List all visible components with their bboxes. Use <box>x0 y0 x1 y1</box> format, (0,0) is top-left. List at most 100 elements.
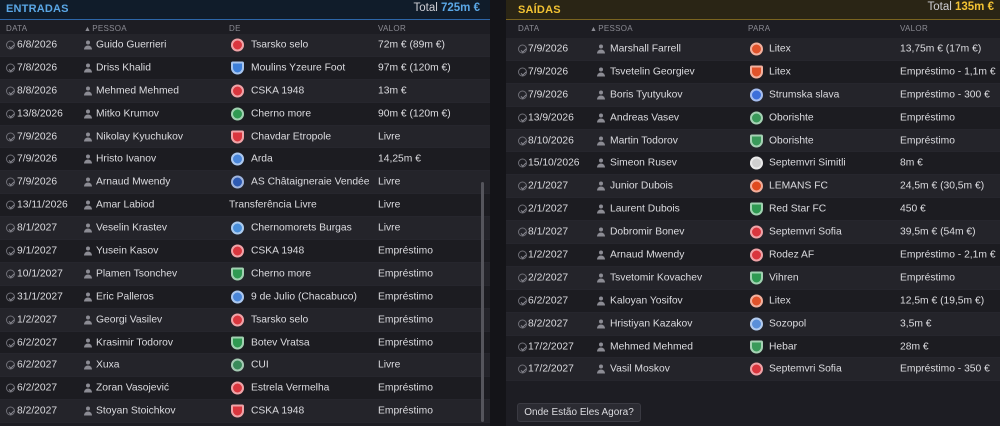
transfer-row[interactable]: 8/2/2027 Stoyan Stoichkov CSKA 1948 Emprést… <box>0 400 490 424</box>
club-name-link[interactable]: CSKA 1948 <box>251 406 304 417</box>
player-name-link[interactable]: Yusein Kasov <box>96 245 158 256</box>
club-name-link[interactable]: CSKA 1948 <box>251 245 304 256</box>
incoming-scrollbar[interactable] <box>481 182 484 422</box>
outgoing-col-date[interactable]: DATA <box>518 24 539 33</box>
outgoing-col-person[interactable]: ▲PESSOA <box>590 24 633 33</box>
club-name-link[interactable]: Litex <box>769 43 791 54</box>
club-name-link[interactable]: Cherno more <box>251 108 311 119</box>
club-name-link[interactable]: Chernomorets Burgas <box>251 223 352 234</box>
incoming-col-date[interactable]: DATA <box>6 24 27 33</box>
transfer-row[interactable]: 7/9/2026 Hristo Ivanov Arda 14,25m € <box>0 148 490 172</box>
club-name-link[interactable]: Transferência Livre <box>229 200 317 211</box>
club-name-link[interactable]: CUI <box>251 360 269 371</box>
player-name-link[interactable]: Tsvetomir Kovachev <box>610 272 702 283</box>
where-are-they-now-button[interactable]: Onde Estão Eles Agora? <box>517 403 641 422</box>
club-name-link[interactable]: Rodez AF <box>769 249 814 260</box>
player-name-link[interactable]: Marshall Farrell <box>610 43 681 54</box>
player-name-link[interactable]: Xuxa <box>96 360 119 371</box>
player-name-link[interactable]: Zoran Vasojević <box>96 383 169 394</box>
player-name-link[interactable]: Dobromir Bonev <box>610 227 684 238</box>
player-name-link[interactable]: Mehmed Mehmed <box>610 341 693 352</box>
player-name-link[interactable]: Arnaud Mwendy <box>96 177 170 188</box>
transfer-row[interactable]: 6/2/2027 Xuxa CUI Livre <box>0 354 490 378</box>
transfer-row[interactable]: 8/10/2026 Martin Todorov Oborishte Emprésti… <box>506 129 1000 153</box>
transfer-row[interactable]: 8/1/2027 Dobromir Bonev Septemvri Sofia 39,… <box>506 221 1000 245</box>
player-name-link[interactable]: Stoyan Stoichkov <box>96 406 176 417</box>
player-name-link[interactable]: Andreas Vasev <box>610 112 679 123</box>
player-name-link[interactable]: Simeon Rusev <box>610 158 677 169</box>
player-name-link[interactable]: Tsvetelin Georgiev <box>610 66 695 77</box>
transfer-row[interactable]: 1/2/2027 Georgi Vasilev Tsarsko selo Emprés… <box>0 308 490 332</box>
player-name-link[interactable]: Laurent Dubois <box>610 204 680 215</box>
club-name-link[interactable]: Sozopol <box>769 318 806 329</box>
transfer-row[interactable]: 7/8/2026 Driss Khalid Moulins Yzeure Foot 9… <box>0 56 490 80</box>
transfer-row[interactable]: 6/2/2027 Zoran Vasojević Estrela Vermelha E… <box>0 377 490 401</box>
player-name-link[interactable]: Plamen Tsonchev <box>96 268 177 279</box>
transfer-row[interactable]: 6/2/2027 Kaloyan Yosifov Litex 12,5m € (19,… <box>506 289 1000 313</box>
transfer-row[interactable]: 31/1/2027 Eric Palleros 9 de Julio (Chacab… <box>0 285 490 309</box>
incoming-col-club[interactable]: DE <box>229 24 241 33</box>
player-name-link[interactable]: Hristo Ivanov <box>96 154 156 165</box>
club-name-link[interactable]: Arda <box>251 154 273 165</box>
transfer-row[interactable]: 2/2/2027 Tsvetomir Kovachev Vihren Emprésti… <box>506 266 1000 290</box>
player-name-link[interactable]: Vasil Moskov <box>610 364 670 375</box>
transfer-row[interactable]: 2/1/2027 Laurent Dubois Red Star FC 450 € <box>506 198 1000 222</box>
club-name-link[interactable]: Tsarsko selo <box>251 314 308 325</box>
transfer-row[interactable]: 9/1/2027 Yusein Kasov CSKA 1948 Empréstimo <box>0 240 490 263</box>
transfer-row[interactable]: 7/9/2026 Tsvetelin Georgiev Litex Empréstim… <box>506 60 1000 84</box>
transfer-row[interactable]: 17/2/2027 Mehmed Mehmed Hebar 28m € <box>506 335 1000 359</box>
club-name-link[interactable]: Strumska slava <box>769 89 839 100</box>
transfer-row[interactable]: 8/1/2027 Veselin Krastev Chernomorets Burg… <box>0 217 490 241</box>
club-name-link[interactable]: Chavdar Etropole <box>251 131 331 142</box>
player-name-link[interactable]: Martin Todorov <box>610 135 678 146</box>
club-name-link[interactable]: AS Châtaigneraie Vendée <box>251 177 370 188</box>
player-name-link[interactable]: Veselin Krastev <box>96 223 167 234</box>
club-name-link[interactable]: Oborishte <box>769 135 814 146</box>
club-name-link[interactable]: Septemvri Sofia <box>769 227 842 238</box>
club-name-link[interactable]: Septemvri Simitli <box>769 158 846 169</box>
club-name-link[interactable]: Vihren <box>769 272 799 283</box>
transfer-row[interactable]: 10/1/2027 Plamen Tsonchev Cherno more Empré… <box>0 262 490 286</box>
player-name-link[interactable]: Eric Palleros <box>96 291 154 302</box>
player-name-link[interactable]: Guido Guerrieri <box>96 39 166 50</box>
transfer-row[interactable]: 7/9/2026 Marshall Farrell Litex 13,75m € (1… <box>506 38 1000 61</box>
player-name-link[interactable]: Junior Dubois <box>610 181 673 192</box>
player-name-link[interactable]: Nikolay Kyuchukov <box>96 131 183 142</box>
player-name-link[interactable]: Driss Khalid <box>96 62 151 73</box>
player-name-link[interactable]: Mitko Krumov <box>96 108 159 119</box>
club-name-link[interactable]: Moulins Yzeure Foot <box>251 62 345 73</box>
player-name-link[interactable]: Kaloyan Yosifov <box>610 295 683 306</box>
player-name-link[interactable]: Hristiyan Kazakov <box>610 318 692 329</box>
transfer-row[interactable]: 13/11/2026 Amar Labiod Transferência Livre… <box>0 194 490 218</box>
player-name-link[interactable]: Krasimir Todorov <box>96 337 173 348</box>
transfer-row[interactable]: 2/1/2027 Junior Dubois LEMANS FC 24,5m € (3… <box>506 175 1000 199</box>
player-name-link[interactable]: Mehmed Mehmed <box>96 85 179 96</box>
outgoing-col-value[interactable]: VALOR <box>900 24 928 33</box>
club-name-link[interactable]: Botev Vratsa <box>251 337 310 348</box>
club-name-link[interactable]: Litex <box>769 66 791 77</box>
player-name-link[interactable]: Georgi Vasilev <box>96 314 162 325</box>
club-name-link[interactable]: Litex <box>769 295 791 306</box>
transfer-row[interactable]: 7/9/2026 Arnaud Mwendy AS Châtaigneraie Ve… <box>0 171 490 195</box>
club-name-link[interactable]: 9 de Julio (Chacabuco) <box>251 291 357 302</box>
transfer-row[interactable]: 15/10/2026 Simeon Rusev Septemvri Simitli 8… <box>506 152 1000 176</box>
transfer-row[interactable]: 7/9/2026 Nikolay Kyuchukov Chavdar Etropol… <box>0 125 490 149</box>
player-name-link[interactable]: Arnaud Mwendy <box>610 249 684 260</box>
transfer-row[interactable]: 8/8/2026 Mehmed Mehmed CSKA 1948 13m € <box>0 79 490 103</box>
transfer-row[interactable]: 17/2/2027 Vasil Moskov Septemvri Sofia Empr… <box>506 358 1000 382</box>
transfer-row[interactable]: 1/2/2027 Arnaud Mwendy Rodez AF Empréstimo … <box>506 244 1000 267</box>
transfer-row[interactable]: 13/8/2026 Mitko Krumov Cherno more 90m € (1… <box>0 102 490 126</box>
club-name-link[interactable]: Septemvri Sofia <box>769 364 842 375</box>
club-name-link[interactable]: Cherno more <box>251 268 311 279</box>
club-name-link[interactable]: Red Star FC <box>769 204 826 215</box>
incoming-col-person[interactable]: ▲PESSOA <box>84 24 127 33</box>
incoming-col-value[interactable]: VALOR <box>378 24 406 33</box>
club-name-link[interactable]: LEMANS FC <box>769 181 828 192</box>
transfer-row[interactable]: 8/2/2027 Hristiyan Kazakov Sozopol 3,5m € <box>506 312 1000 336</box>
transfer-row[interactable]: 6/8/2026 Guido Guerrieri Tsarsko selo 72m €… <box>0 34 490 57</box>
transfer-row[interactable]: 13/9/2026 Andreas Vasev Oborishte Empréstim… <box>506 106 1000 130</box>
club-name-link[interactable]: Estrela Vermelha <box>251 383 329 394</box>
club-name-link[interactable]: Oborishte <box>769 112 814 123</box>
transfer-row[interactable]: 6/2/2027 Krasimir Todorov Botev Vratsa Empr… <box>0 331 490 355</box>
player-name-link[interactable]: Boris Tyutyukov <box>610 89 683 100</box>
